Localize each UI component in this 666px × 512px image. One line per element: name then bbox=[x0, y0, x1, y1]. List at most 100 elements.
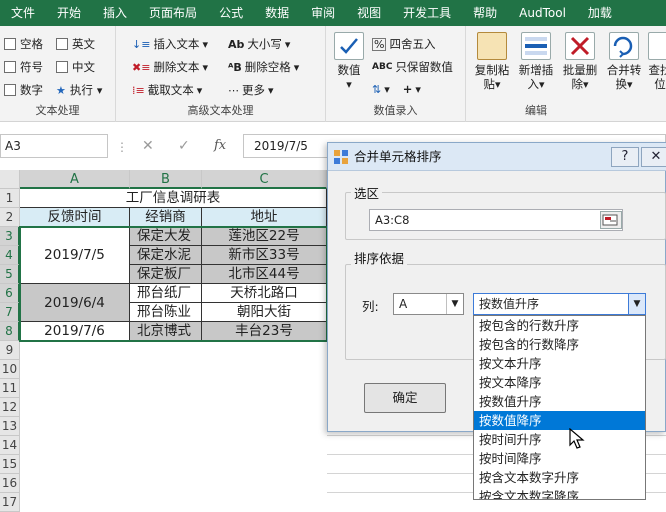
dropdown-option[interactable]: 按包含的行数降序 bbox=[474, 335, 645, 354]
range-input[interactable]: A3:C8 bbox=[369, 209, 623, 231]
dealer-cell[interactable]: 保定板厂 bbox=[130, 265, 202, 284]
row-header[interactable]: 3 bbox=[0, 227, 20, 246]
date-cell[interactable]: 2019/7/6 bbox=[20, 322, 130, 341]
close-button[interactable]: ✕ bbox=[641, 147, 666, 167]
tab-data[interactable]: 数据 bbox=[254, 0, 300, 26]
check-chinese[interactable]: 中文 bbox=[56, 59, 95, 75]
ok-button[interactable]: 确定 bbox=[364, 383, 446, 413]
check-english[interactable]: 英文 bbox=[56, 36, 95, 52]
row-header[interactable]: 6 bbox=[0, 284, 20, 303]
row-header[interactable]: 14 bbox=[0, 436, 20, 455]
cancel-formula-icon[interactable]: ✕ bbox=[142, 138, 154, 154]
column-header-a[interactable]: A bbox=[20, 170, 130, 189]
tab-addins[interactable]: 加载 bbox=[577, 0, 623, 26]
dealer-cell[interactable]: 邢台纸厂 bbox=[130, 284, 202, 303]
dealer-cell[interactable]: 保定大发 bbox=[130, 227, 202, 246]
row-header[interactable]: 5 bbox=[0, 265, 20, 284]
insert-text-button[interactable]: ↓≡插入文本▾ bbox=[132, 36, 208, 52]
tab-view[interactable]: 视图 bbox=[346, 0, 392, 26]
date-cell-merged[interactable]: 2019/6/4 bbox=[20, 284, 130, 322]
check-number[interactable]: 数字 bbox=[4, 82, 43, 98]
chevron-down-icon: ▼ bbox=[446, 294, 463, 314]
dialog-titlebar[interactable]: 合并单元格排序 ? ✕ bbox=[328, 143, 666, 171]
column-header-c[interactable]: C bbox=[202, 170, 327, 189]
column-header-b[interactable]: B bbox=[130, 170, 202, 189]
tab-insert[interactable]: 插入 bbox=[92, 0, 138, 26]
batch-delete-label-1: 批量删 bbox=[563, 63, 598, 77]
case-button[interactable]: Ab大小写▾ bbox=[228, 36, 290, 52]
sort-method-select[interactable]: 按数值升序 ▼ bbox=[473, 293, 646, 315]
column-select[interactable]: A ▼ bbox=[393, 293, 464, 315]
name-box[interactable]: A3 bbox=[0, 134, 108, 158]
row-header[interactable]: 4 bbox=[0, 246, 20, 265]
tab-help[interactable]: 帮助 bbox=[462, 0, 508, 26]
tab-review[interactable]: 审阅 bbox=[300, 0, 346, 26]
extract-text-button[interactable]: ⁞≡截取文本▾ bbox=[132, 82, 202, 98]
add-insert-button[interactable]: 新增插入▾ bbox=[516, 32, 556, 91]
help-button[interactable]: ? bbox=[611, 147, 639, 167]
header-cell-date[interactable]: 反馈时间 bbox=[20, 208, 130, 227]
header-cell-dealer[interactable]: 经销商 bbox=[130, 208, 202, 227]
more-button[interactable]: ⋯更多▾ bbox=[228, 82, 274, 98]
row-header[interactable]: 8 bbox=[0, 322, 20, 341]
dealer-cell[interactable]: 北京博式 bbox=[130, 322, 202, 341]
delete-text-button[interactable]: ✖≡删除文本▾ bbox=[132, 59, 208, 75]
row-header[interactable]: 2 bbox=[0, 208, 20, 227]
keep-numeric-button[interactable]: ABC只保留数值 bbox=[372, 59, 453, 75]
batch-delete-button[interactable]: 批量删除▾ bbox=[560, 32, 600, 91]
row-header[interactable]: 16 bbox=[0, 474, 20, 493]
address-cell[interactable]: 朝阳大街 bbox=[202, 303, 327, 322]
dropdown-option[interactable]: 按含文本数字升序 bbox=[474, 468, 645, 487]
address-cell[interactable]: 天桥北路口 bbox=[202, 284, 327, 303]
delete-space-button[interactable]: ᴬB删除空格▾ bbox=[228, 59, 299, 75]
address-cell[interactable]: 北市区44号 bbox=[202, 265, 327, 284]
row-header[interactable]: 10 bbox=[0, 360, 20, 379]
address-cell[interactable]: 新市区33号 bbox=[202, 246, 327, 265]
dropdown-option[interactable]: 按时间降序 bbox=[474, 449, 645, 468]
tab-home[interactable]: 开始 bbox=[46, 0, 92, 26]
dropdown-option[interactable]: 按时间升序 bbox=[474, 430, 645, 449]
row-header[interactable]: 11 bbox=[0, 379, 20, 398]
date-cell-merged[interactable]: 2019/7/5 bbox=[20, 227, 130, 284]
round-button[interactable]: %四舍五入 bbox=[372, 36, 435, 52]
insert-function-button[interactable]: fx bbox=[214, 138, 226, 153]
copy-paste-label-2: 贴 bbox=[483, 77, 495, 91]
row-header[interactable]: 15 bbox=[0, 455, 20, 474]
dealer-cell[interactable]: 邢台陈业 bbox=[130, 303, 202, 322]
dealer-cell[interactable]: 保定水泥 bbox=[130, 246, 202, 265]
merge-convert-button[interactable]: 合并转换▾ bbox=[604, 32, 644, 91]
title-cell[interactable]: 工厂信息调研表 bbox=[20, 189, 327, 208]
dropdown-option[interactable]: 按文本降序 bbox=[474, 373, 645, 392]
check-symbol[interactable]: 符号 bbox=[4, 59, 43, 75]
select-all-corner[interactable] bbox=[0, 170, 20, 189]
tab-audtool[interactable]: AudTool bbox=[508, 0, 577, 26]
numeric-options-button[interactable]: ⇅▾ +▾ bbox=[372, 82, 421, 96]
tab-file[interactable]: 文件 bbox=[0, 0, 46, 26]
header-cell-address[interactable]: 地址 bbox=[202, 208, 327, 227]
row-header[interactable]: 17 bbox=[0, 493, 20, 512]
copy-paste-button[interactable]: 复制粘贴▾ bbox=[472, 32, 512, 91]
find-locate-button[interactable]: 查找位 bbox=[646, 32, 666, 91]
dropdown-option[interactable]: 按包含的行数升序 bbox=[474, 316, 645, 335]
row-header[interactable]: 13 bbox=[0, 417, 20, 436]
address-cell[interactable]: 莲池区22号 bbox=[202, 227, 327, 246]
range-picker-button[interactable] bbox=[600, 211, 622, 229]
tab-developer[interactable]: 开发工具 bbox=[392, 0, 462, 26]
check-space[interactable]: 空格 bbox=[4, 36, 43, 52]
dropdown-option-selected[interactable]: 按数值降序 bbox=[474, 411, 645, 430]
row-header[interactable]: 12 bbox=[0, 398, 20, 417]
row-header[interactable]: 7 bbox=[0, 303, 20, 322]
tab-formulas[interactable]: 公式 bbox=[208, 0, 254, 26]
enter-formula-icon[interactable]: ✓ bbox=[178, 138, 190, 154]
group-numeric-input: 数值▾ %四舍五入 ABC只保留数值 ⇅▾ +▾ 数值录入 bbox=[326, 26, 466, 122]
dropdown-option[interactable]: 按数值升序 bbox=[474, 392, 645, 411]
dropdown-option[interactable]: 按文本升序 bbox=[474, 354, 645, 373]
row-header[interactable]: 1 bbox=[0, 189, 20, 208]
numeric-button[interactable]: 数值▾ bbox=[332, 32, 366, 91]
execute-button[interactable]: ★执行▾ bbox=[56, 82, 102, 98]
tab-page-layout[interactable]: 页面布局 bbox=[138, 0, 208, 26]
keep-numeric-label: 只保留数值 bbox=[395, 59, 453, 75]
dropdown-option[interactable]: 按含文本数字降序 bbox=[474, 487, 645, 500]
address-cell[interactable]: 丰台23号 bbox=[202, 322, 327, 341]
row-header[interactable]: 9 bbox=[0, 341, 20, 360]
